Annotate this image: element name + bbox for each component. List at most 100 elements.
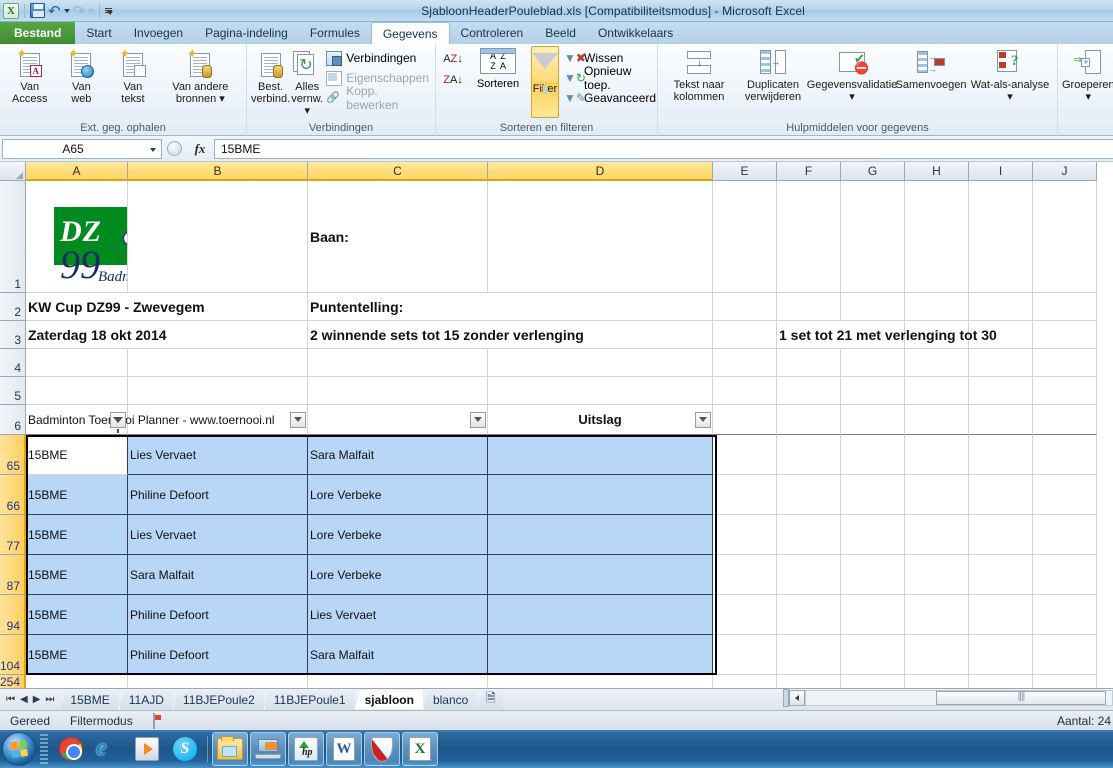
cell-d2[interactable] — [488, 293, 713, 321]
save-icon[interactable] — [30, 3, 45, 18]
cell-e6[interactable] — [713, 405, 777, 435]
tab-ontwikkelaars[interactable]: Ontwikkelaars — [587, 22, 684, 44]
cell-g5[interactable] — [841, 377, 905, 405]
cell-e66[interactable] — [713, 475, 777, 515]
cell-d87[interactable] — [488, 555, 713, 595]
cell-b254[interactable] — [128, 675, 308, 688]
taskbar-grip[interactable] — [40, 734, 48, 764]
cell-c6[interactable] — [308, 405, 488, 435]
cell-g6[interactable] — [841, 405, 905, 435]
undo-icon[interactable]: ↶ — [48, 3, 61, 18]
cell-g4[interactable] — [841, 349, 905, 377]
cell-g94[interactable] — [841, 595, 905, 635]
cell-d65[interactable] — [488, 435, 713, 475]
row-header-77[interactable]: 77 — [0, 515, 26, 555]
cell-h5[interactable] — [905, 377, 969, 405]
cell-f94[interactable] — [777, 595, 841, 635]
cell-b4[interactable] — [128, 349, 308, 377]
undo-dropdown-icon[interactable] — [63, 8, 70, 13]
from-access-button[interactable]: ✦ A Van Access — [4, 46, 56, 105]
scroll-left-icon[interactable] — [789, 690, 805, 706]
cell-h104[interactable] — [905, 635, 969, 675]
cell-e94[interactable] — [713, 595, 777, 635]
cell-j254[interactable] — [1033, 675, 1097, 688]
text-to-columns-button[interactable]: ↓ Tekst naar kolommen — [662, 46, 736, 103]
scroll-track[interactable] — [805, 690, 1113, 706]
row-header-65[interactable]: 65 — [0, 435, 26, 475]
column-header-g[interactable]: G — [841, 162, 905, 181]
sheet-tab-15bme[interactable]: 15BME — [60, 689, 119, 710]
cell-h66[interactable] — [905, 475, 969, 515]
cell-j2[interactable] — [1033, 293, 1097, 321]
cell-i87[interactable] — [969, 555, 1033, 595]
cell-c94[interactable]: Lies Vervaet — [308, 595, 488, 635]
cell-h254[interactable] — [905, 675, 969, 688]
cell-g87[interactable] — [841, 555, 905, 595]
cell-b87[interactable]: Sara Malfait — [128, 555, 308, 595]
consolidate-button[interactable]: → → Samenvoegen — [894, 46, 968, 91]
edit-links-button[interactable]: Kopp. bewerken — [324, 84, 431, 112]
row-header-3[interactable]: 3 — [0, 321, 26, 349]
cell-d1[interactable] — [488, 181, 713, 293]
sort-descending-button[interactable]: ZA↓ — [440, 65, 466, 86]
cell-j5[interactable] — [1033, 377, 1097, 405]
row-header-104[interactable]: 104 — [0, 635, 26, 675]
first-sheet-icon[interactable]: ⏮ — [6, 694, 15, 705]
cell-j77[interactable] — [1033, 515, 1097, 555]
formula-bar-expand[interactable] — [162, 141, 186, 156]
cell-h65[interactable] — [905, 435, 969, 475]
advanced-filter-button[interactable]: ▼✎ Geavanceerd — [562, 88, 658, 108]
cell-f2[interactable] — [777, 293, 841, 321]
excel-icon[interactable]: X — [3, 2, 19, 19]
cell-h87[interactable] — [905, 555, 969, 595]
column-header-a[interactable]: A — [26, 162, 128, 181]
tab-start[interactable]: Start — [75, 22, 122, 44]
cell-e65[interactable] — [713, 435, 777, 475]
cell-j104[interactable] — [1033, 635, 1097, 675]
column-header-e[interactable]: E — [713, 162, 777, 181]
sheet-tab-11bjepoule1[interactable]: 11BJEPoule1 — [263, 689, 355, 710]
cell-g254[interactable] — [841, 675, 905, 688]
cell-d6[interactable]: Uitslag — [488, 405, 713, 435]
select-all-corner[interactable] — [0, 162, 26, 181]
cell-d77[interactable] — [488, 515, 713, 555]
cell-c4[interactable] — [308, 349, 488, 377]
cell-d94[interactable] — [488, 595, 713, 635]
cell-j66[interactable] — [1033, 475, 1097, 515]
row-header-6[interactable]: 6 — [0, 405, 26, 435]
cell-i104[interactable] — [969, 635, 1033, 675]
cell-e104[interactable] — [713, 635, 777, 675]
cell-b5[interactable] — [128, 377, 308, 405]
cell-h94[interactable] — [905, 595, 969, 635]
row-header-87[interactable]: 87 — [0, 555, 26, 595]
cell-c254[interactable] — [308, 675, 488, 688]
next-sheet-icon[interactable]: ▶ — [33, 694, 41, 705]
tab-gegevens[interactable]: Gegevens — [370, 22, 450, 44]
from-web-button[interactable]: ✦ Van web — [56, 46, 108, 105]
row-header-94[interactable]: 94 — [0, 595, 26, 635]
cell-g66[interactable] — [841, 475, 905, 515]
row-header-1[interactable]: 1 — [0, 181, 26, 293]
cell-a104[interactable]: 15BME — [26, 635, 128, 675]
insert-worksheet-icon[interactable]: 🗎 — [477, 689, 504, 710]
refresh-all-button[interactable]: ↻ Alles vernw. ▾ — [290, 46, 324, 117]
cell-a6[interactable]: Badminton Toernooi Planner - www.toernoo… — [26, 405, 275, 435]
cell-a2[interactable]: KW Cup DZ99 - Zwevegem — [26, 293, 205, 321]
tab-formules[interactable]: Formules — [299, 22, 371, 44]
sort-button[interactable]: AZZA Sorteren — [468, 46, 528, 90]
cell-e3[interactable] — [713, 321, 777, 349]
reapply-filter-button[interactable]: ▼↻ Opnieuw toep. — [562, 64, 658, 92]
cell-e77[interactable] — [713, 515, 777, 555]
tab-pagina-indeling[interactable]: Pagina-indeling — [194, 22, 299, 44]
existing-connections-button[interactable]: Best. verbind. — [251, 46, 290, 105]
name-box[interactable]: A65 — [2, 138, 162, 159]
cell-f1[interactable] — [777, 181, 841, 293]
column-header-i[interactable]: I — [969, 162, 1033, 181]
cell-d5[interactable] — [488, 377, 713, 405]
row-header-66[interactable]: 66 — [0, 475, 26, 515]
cell-i4[interactable] — [969, 349, 1033, 377]
internet-explorer-taskbar-icon[interactable]: e — [91, 732, 127, 766]
sheet-tab-11ajd[interactable]: 11AJD — [118, 689, 173, 710]
cell-b65[interactable]: Lies Vervaet — [128, 435, 308, 475]
cell-e254[interactable] — [713, 675, 777, 688]
